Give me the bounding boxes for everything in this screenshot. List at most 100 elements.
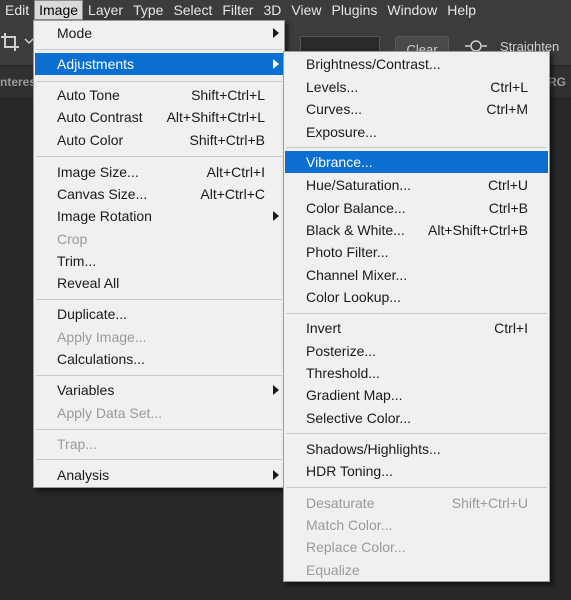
menu-plugins[interactable]: Plugins bbox=[326, 0, 382, 20]
menu-item-shortcut: Ctrl+B bbox=[488, 200, 528, 216]
menu-type[interactable]: Type bbox=[128, 0, 168, 20]
menu-item-label: Canvas Size... bbox=[57, 186, 148, 202]
menu-item-label: Calculations... bbox=[57, 351, 145, 367]
menu-item-equalize[interactable]: Equalize bbox=[285, 559, 548, 581]
menu-separator bbox=[286, 433, 547, 434]
menu-item-exposure[interactable]: Exposure... bbox=[285, 121, 548, 143]
menu-item-label: Threshold... bbox=[306, 365, 380, 381]
menu-item-invert[interactable]: Invert Ctrl+I bbox=[285, 317, 548, 339]
menu-separator bbox=[36, 375, 282, 376]
menu-item-selective-color[interactable]: Selective Color... bbox=[285, 407, 548, 429]
menu-item-auto-contrast[interactable]: Auto Contrast Alt+Shift+Ctrl+L bbox=[35, 106, 283, 128]
menu-item-label: Gradient Map... bbox=[306, 387, 403, 403]
menu-item-label: Duplicate... bbox=[57, 306, 128, 322]
menu-item-photo-filter[interactable]: Photo Filter... bbox=[285, 241, 548, 263]
menu-layer[interactable]: Layer bbox=[83, 0, 128, 20]
menu-item-gradient-map[interactable]: Gradient Map... bbox=[285, 384, 548, 406]
menu-item-shortcut: Ctrl+M bbox=[486, 101, 528, 117]
menu-help[interactable]: Help bbox=[442, 0, 481, 20]
menu-item-label: Adjustments bbox=[57, 56, 135, 72]
document-tab-left[interactable]: nteres bbox=[0, 75, 36, 89]
menu-item-posterize[interactable]: Posterize... bbox=[285, 340, 548, 362]
menu-item-crop[interactable]: Crop bbox=[35, 228, 283, 250]
menu-item-shortcut: Shift+Ctrl+L bbox=[191, 87, 265, 103]
menu-item-calculations[interactable]: Calculations... bbox=[35, 348, 283, 370]
submenu-arrow-icon bbox=[273, 385, 279, 395]
menu-item-apply-image[interactable]: Apply Image... bbox=[35, 326, 283, 348]
menu-separator bbox=[36, 429, 282, 430]
menu-item-label: Trap... bbox=[57, 436, 97, 452]
menu-item-analysis[interactable]: Analysis bbox=[35, 464, 283, 486]
menu-item-label: Exposure... bbox=[306, 124, 377, 140]
menu-item-label: Curves... bbox=[306, 101, 363, 117]
menu-item-shortcut: Shift+Ctrl+U bbox=[451, 495, 528, 511]
menu-item-label: Brightness/Contrast... bbox=[306, 56, 441, 72]
menu-separator bbox=[286, 313, 547, 314]
document-tab-right[interactable]: RG bbox=[548, 75, 566, 89]
menu-item-trim[interactable]: Trim... bbox=[35, 250, 283, 272]
menu-item-duplicate[interactable]: Duplicate... bbox=[35, 303, 283, 325]
menu-item-match-color[interactable]: Match Color... bbox=[285, 514, 548, 536]
menu-item-label: Levels... bbox=[306, 79, 359, 95]
menu-view[interactable]: View bbox=[286, 0, 326, 20]
menu-item-desaturate[interactable]: Desaturate Shift+Ctrl+U bbox=[285, 492, 548, 514]
menu-item-canvas-size[interactable]: Canvas Size... Alt+Ctrl+C bbox=[35, 183, 283, 205]
menu-edit[interactable]: Edit bbox=[0, 0, 34, 20]
menu-3d[interactable]: 3D bbox=[258, 0, 286, 20]
menu-item-shortcut: Alt+Ctrl+C bbox=[200, 186, 265, 202]
menu-item-black-white[interactable]: Black & White... Alt+Shift+Ctrl+B bbox=[285, 219, 548, 241]
menu-item-label: Auto Contrast bbox=[57, 109, 143, 125]
application-menu-bar: Edit Image Layer Type Select Filter 3D V… bbox=[0, 0, 571, 20]
menu-item-shortcut: Ctrl+U bbox=[487, 177, 528, 193]
menu-item-label: Channel Mixer... bbox=[306, 267, 408, 283]
menu-item-brightness-contrast[interactable]: Brightness/Contrast... bbox=[285, 53, 548, 75]
menu-item-mode[interactable]: Mode bbox=[35, 22, 283, 44]
menu-item-color-lookup[interactable]: Color Lookup... bbox=[285, 286, 548, 308]
menu-item-label: Auto Tone bbox=[57, 87, 120, 103]
menu-item-auto-tone[interactable]: Auto Tone Shift+Ctrl+L bbox=[35, 84, 283, 106]
menu-item-reveal-all[interactable]: Reveal All bbox=[35, 272, 283, 294]
menu-item-channel-mixer[interactable]: Channel Mixer... bbox=[285, 264, 548, 286]
menu-item-label: Variables bbox=[57, 382, 115, 398]
adjustments-submenu: Brightness/Contrast... Levels... Ctrl+L … bbox=[283, 51, 550, 582]
menu-item-hdr-toning[interactable]: HDR Toning... bbox=[285, 460, 548, 482]
menu-item-adjustments[interactable]: Adjustments bbox=[35, 53, 283, 75]
menu-image[interactable]: Image bbox=[34, 0, 84, 20]
menu-item-label: Shadows/Highlights... bbox=[306, 441, 441, 457]
menu-item-label: Mode bbox=[57, 25, 93, 41]
menu-item-label: Analysis bbox=[57, 467, 110, 483]
menu-item-label: Apply Data Set... bbox=[57, 405, 163, 421]
menu-item-label: Selective Color... bbox=[306, 410, 412, 426]
menu-item-variables[interactable]: Variables bbox=[35, 379, 283, 401]
menu-item-label: Hue/Saturation... bbox=[306, 177, 412, 193]
menu-item-levels[interactable]: Levels... Ctrl+L bbox=[285, 76, 548, 98]
menu-item-label: Posterize... bbox=[306, 343, 377, 359]
menu-window[interactable]: Window bbox=[382, 0, 442, 20]
menu-item-shortcut: Ctrl+L bbox=[490, 79, 528, 95]
menu-item-curves[interactable]: Curves... Ctrl+M bbox=[285, 98, 548, 120]
menu-item-image-rotation[interactable]: Image Rotation bbox=[35, 205, 283, 227]
menu-item-shortcut: Ctrl+I bbox=[494, 320, 528, 336]
menu-item-replace-color[interactable]: Replace Color... bbox=[285, 536, 548, 558]
menu-separator bbox=[286, 487, 547, 488]
menu-item-shortcut: Alt+Shift+Ctrl+B bbox=[428, 222, 528, 238]
menu-separator bbox=[36, 299, 282, 300]
menu-item-threshold[interactable]: Threshold... bbox=[285, 362, 548, 384]
menu-filter[interactable]: Filter bbox=[217, 0, 258, 20]
menu-item-vibrance[interactable]: Vibrance... bbox=[285, 151, 548, 173]
menu-select[interactable]: Select bbox=[168, 0, 217, 20]
menu-item-label: Equalize bbox=[306, 562, 360, 578]
menu-item-shortcut: Shift+Ctrl+B bbox=[189, 132, 265, 148]
menu-item-shadows-highlights[interactable]: Shadows/Highlights... bbox=[285, 438, 548, 460]
menu-item-trap[interactable]: Trap... bbox=[35, 433, 283, 455]
menu-separator bbox=[286, 147, 547, 148]
menu-item-color-balance[interactable]: Color Balance... Ctrl+B bbox=[285, 197, 548, 219]
crop-icon[interactable] bbox=[0, 32, 20, 52]
menu-item-auto-color[interactable]: Auto Color Shift+Ctrl+B bbox=[35, 129, 283, 151]
submenu-arrow-icon bbox=[273, 59, 279, 69]
menu-item-image-size[interactable]: Image Size... Alt+Ctrl+I bbox=[35, 161, 283, 183]
menu-item-apply-data-set[interactable]: Apply Data Set... bbox=[35, 402, 283, 424]
menu-item-label: Image Rotation bbox=[57, 208, 152, 224]
menu-item-hue-saturation[interactable]: Hue/Saturation... Ctrl+U bbox=[285, 174, 548, 196]
menu-item-label: Vibrance... bbox=[306, 154, 373, 170]
